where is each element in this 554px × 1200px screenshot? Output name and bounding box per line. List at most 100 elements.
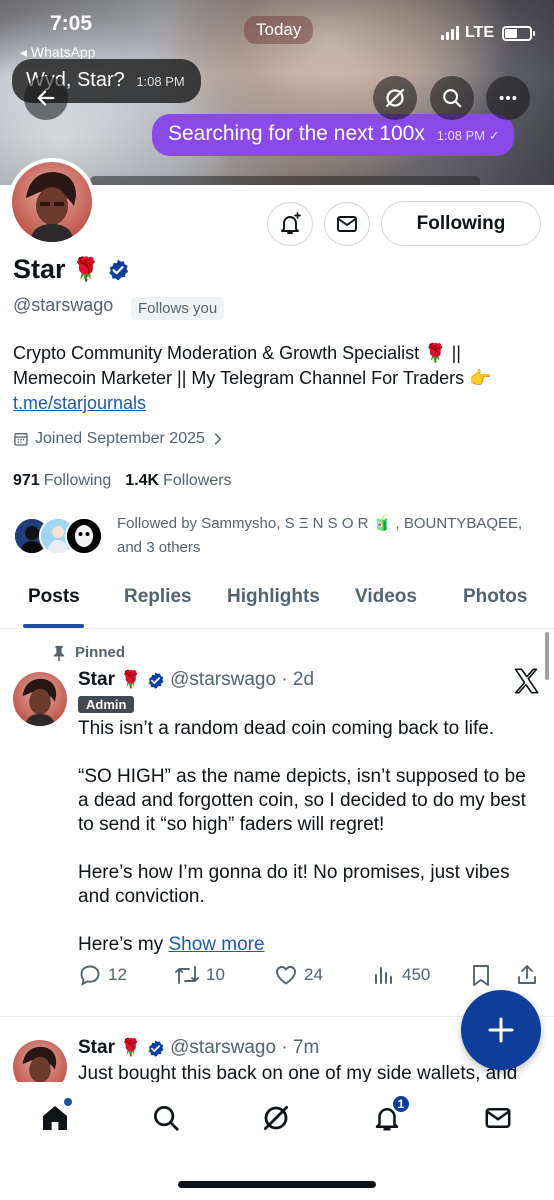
follow-stats: 971 Following 1.4K Followers	[13, 472, 232, 490]
bottom-navigation: 1	[0, 1082, 554, 1200]
more-options-button[interactable]	[486, 76, 530, 120]
repost-button[interactable]: 10	[174, 963, 225, 987]
tab-photos[interactable]: Photos	[463, 586, 527, 608]
verified-badge-icon	[109, 259, 129, 280]
verified-badge-icon	[148, 671, 164, 689]
like-button[interactable]: 24	[274, 963, 323, 987]
post-handle-time: @starswago · 7m	[170, 1037, 320, 1058]
post-body[interactable]: Just bought this back on one of my side …	[78, 1062, 534, 1084]
bell-plus-icon	[281, 212, 301, 234]
outgoing-message-text: Searching for the next 100x	[168, 122, 425, 145]
nav-home[interactable]	[37, 1097, 73, 1136]
nav-grok[interactable]	[258, 1100, 294, 1136]
grok-icon	[263, 1105, 289, 1131]
reply-button[interactable]: 12	[78, 963, 127, 987]
joined-date[interactable]: Joined September 2025	[13, 430, 225, 448]
outgoing-message-bubble: Searching for the next 100x 1:08 PM ✓	[152, 114, 514, 156]
more-dots-icon	[499, 95, 517, 101]
post-avatar[interactable]	[13, 672, 67, 726]
share-icon	[518, 965, 536, 984]
profile-tabs: Posts Replies Highlights Videos Photos	[0, 572, 554, 629]
compose-post-button[interactable]	[461, 990, 541, 1070]
date-pill: Today	[244, 16, 314, 44]
profile-name-row: Star 🌹	[13, 254, 130, 285]
rose-emoji: 🌹	[119, 670, 142, 689]
post-handle-time: @starswago · 2d	[170, 669, 315, 690]
joined-label: Joined September 2025	[35, 430, 205, 447]
envelope-icon	[337, 216, 357, 232]
chevron-right-icon	[214, 433, 221, 445]
following-count: 971	[13, 472, 40, 489]
post-body[interactable]: This isn’t a random dead coin coming bac…	[78, 717, 534, 957]
home-indicator[interactable]	[178, 1181, 376, 1188]
post-header: Star 🌹 @starswago · 7m	[78, 1037, 319, 1059]
admin-badge: Admin	[78, 696, 135, 713]
post-teaser: Here’s my	[78, 934, 169, 955]
pinned-indicator: Pinned	[52, 644, 125, 661]
following-button[interactable]: Following	[381, 201, 541, 246]
verified-badge-icon	[148, 1039, 164, 1057]
show-more-link[interactable]: Show more	[168, 934, 264, 955]
status-time: 7:05	[50, 12, 93, 35]
followed-by-avatars[interactable]	[13, 517, 105, 557]
envelope-icon	[485, 1108, 511, 1128]
tab-highlights[interactable]: Highlights	[227, 586, 320, 608]
views-button[interactable]: 450	[372, 963, 430, 987]
incoming-message-time: 1:08 PM	[136, 74, 185, 89]
outgoing-message-time: 1:08 PM ✓	[436, 128, 500, 143]
post-header: Star 🌹 @starswago · 2d	[78, 669, 314, 691]
grok-button[interactable]	[373, 76, 417, 120]
follower-avatar	[65, 517, 103, 555]
post-paragraph: This isn’t a random dead coin coming bac…	[78, 718, 495, 739]
scrollbar[interactable]	[545, 632, 549, 680]
like-count: 24	[304, 965, 323, 984]
profile-handle: @starswago	[13, 295, 114, 315]
views-chart-icon	[375, 967, 392, 984]
bookmark-icon	[473, 965, 489, 986]
repost-count: 10	[206, 965, 225, 984]
post-author-name[interactable]: Star	[78, 669, 115, 691]
active-tab-indicator	[23, 624, 84, 628]
followers-stat[interactable]: 1.4K Followers	[125, 472, 231, 490]
message-button[interactable]	[324, 202, 370, 246]
rose-emoji: 🌹	[119, 1038, 142, 1057]
tab-replies[interactable]: Replies	[124, 586, 192, 608]
post-author-name[interactable]: Star	[78, 1037, 115, 1059]
new-content-dot	[63, 1097, 73, 1107]
search-icon	[154, 1106, 179, 1131]
bookmark-button[interactable]	[470, 963, 492, 987]
post-paragraph: Here’s how I’m gonna do it! No promises,…	[78, 862, 510, 907]
notifications-toggle-button[interactable]	[267, 202, 313, 246]
nav-messages[interactable]	[480, 1100, 516, 1136]
bio-line-2: Memecoin Marketer || My Telegram Channel…	[13, 368, 492, 388]
reply-count: 12	[108, 965, 127, 984]
following-stat[interactable]: 971 Following	[13, 472, 111, 490]
nav-notifications[interactable]: 1	[369, 1094, 411, 1136]
back-button[interactable]	[24, 76, 68, 120]
profile-avatar[interactable]	[8, 158, 96, 246]
rose-emoji: 🌹	[71, 256, 101, 282]
following-stat-label: Following	[43, 472, 112, 489]
profile-banner: 7:05 ◂ WhatsApp LTE Today Wyd, Star? 1:0…	[0, 0, 554, 185]
followers-count: 1.4K	[125, 472, 160, 489]
tab-posts[interactable]: Posts	[28, 586, 80, 608]
share-button[interactable]	[515, 963, 539, 987]
nav-search[interactable]	[148, 1100, 184, 1136]
search-button[interactable]	[430, 76, 474, 120]
followed-by-text[interactable]: Followed by Sammysho, S Ξ N S O R 🧃 , BO…	[117, 512, 542, 560]
tab-videos[interactable]: Videos	[355, 586, 417, 608]
banner-edge	[90, 176, 480, 185]
bio-link[interactable]: t.me/starjournals	[13, 393, 146, 413]
post-actions: 12 10 24 450	[78, 963, 540, 993]
notifications-badge: 1	[391, 1094, 411, 1114]
pinned-label: Pinned	[75, 644, 126, 661]
signal-icon	[440, 26, 459, 40]
plus-icon	[488, 1017, 514, 1043]
arrow-left-icon	[37, 90, 55, 106]
grok-icon	[385, 88, 405, 108]
avatar-illustration	[12, 162, 92, 242]
views-count: 450	[402, 965, 431, 984]
status-indicators: LTE	[440, 24, 535, 42]
search-icon	[443, 89, 462, 108]
profile-bio: Crypto Community Moderation & Growth Spe…	[13, 341, 533, 416]
